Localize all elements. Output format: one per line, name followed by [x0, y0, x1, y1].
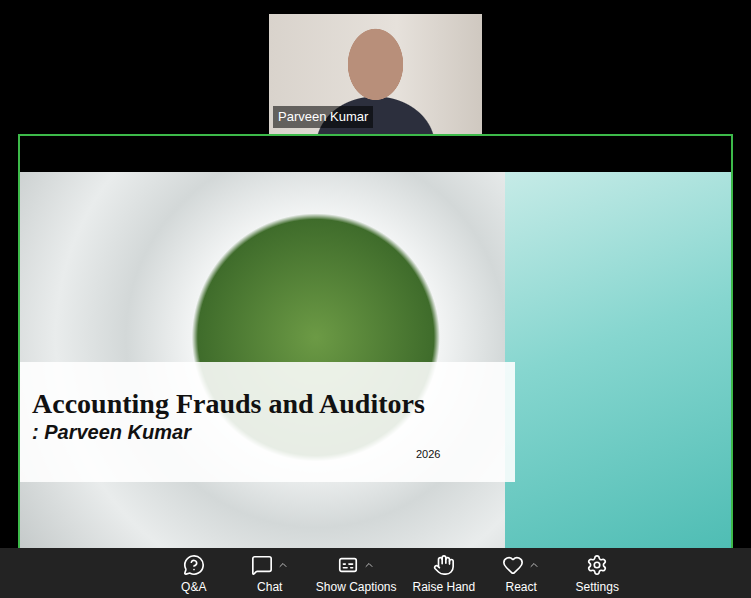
qa-icon	[183, 554, 205, 576]
captions-icon	[337, 554, 359, 576]
toolbar-button[interactable]: Raise Hand	[413, 553, 476, 594]
title-band: Accounting Frauds and Auditors: Parveen …	[20, 362, 515, 482]
caret-icon[interactable]	[277, 559, 289, 571]
chat-icon	[251, 554, 273, 576]
toolbar-label: Settings	[576, 580, 619, 594]
toolbar-button[interactable]: Q&A	[164, 553, 224, 594]
slide: Accounting Frauds and Auditors: Parveen …	[20, 172, 731, 548]
toolbar-icon-row	[251, 553, 289, 577]
toolbar-label: Q&A	[181, 580, 206, 594]
slide-subtitle: : Parveen Kumar	[32, 420, 507, 444]
webinar-window: Parveen Kumar Accounting Frauds and Audit…	[0, 0, 751, 598]
heart-icon	[502, 554, 524, 576]
toolbar-button[interactable]: Settings	[567, 553, 627, 594]
toolbar-label: Chat	[257, 580, 282, 594]
hand-icon	[433, 554, 455, 576]
slide-teal-panel	[505, 172, 731, 548]
gear-icon	[586, 554, 608, 576]
toolbar-button[interactable]: Chat	[240, 553, 300, 594]
toolbar-button[interactable]: React	[491, 553, 551, 594]
toolbar-icon-row	[337, 553, 375, 577]
toolbar-icon-row	[502, 553, 540, 577]
slide-year: 2026	[416, 448, 440, 460]
slide-photo	[20, 172, 505, 548]
video-tile[interactable]: Parveen Kumar	[269, 14, 482, 134]
toolbar-button[interactable]: Show Captions	[316, 553, 397, 594]
toolbar-icon-row	[433, 553, 455, 577]
toolbar-label: Raise Hand	[413, 580, 476, 594]
caret-icon[interactable]	[363, 559, 375, 571]
toolbar-label: React	[506, 580, 537, 594]
share-top-strip	[20, 136, 731, 172]
toolbar-icon-row	[183, 553, 205, 577]
slide-title: Accounting Frauds and Auditors	[32, 388, 507, 420]
toolbar: Q&A Chat Show Captions Raise Hand React Setti…	[0, 548, 751, 598]
shared-screen: Accounting Frauds and Auditors: Parveen …	[18, 134, 733, 548]
caret-icon[interactable]	[528, 559, 540, 571]
participant-name: Parveen Kumar	[273, 106, 373, 128]
video-row: Parveen Kumar	[0, 0, 751, 134]
toolbar-label: Show Captions	[316, 580, 397, 594]
toolbar-icon-row	[586, 553, 608, 577]
